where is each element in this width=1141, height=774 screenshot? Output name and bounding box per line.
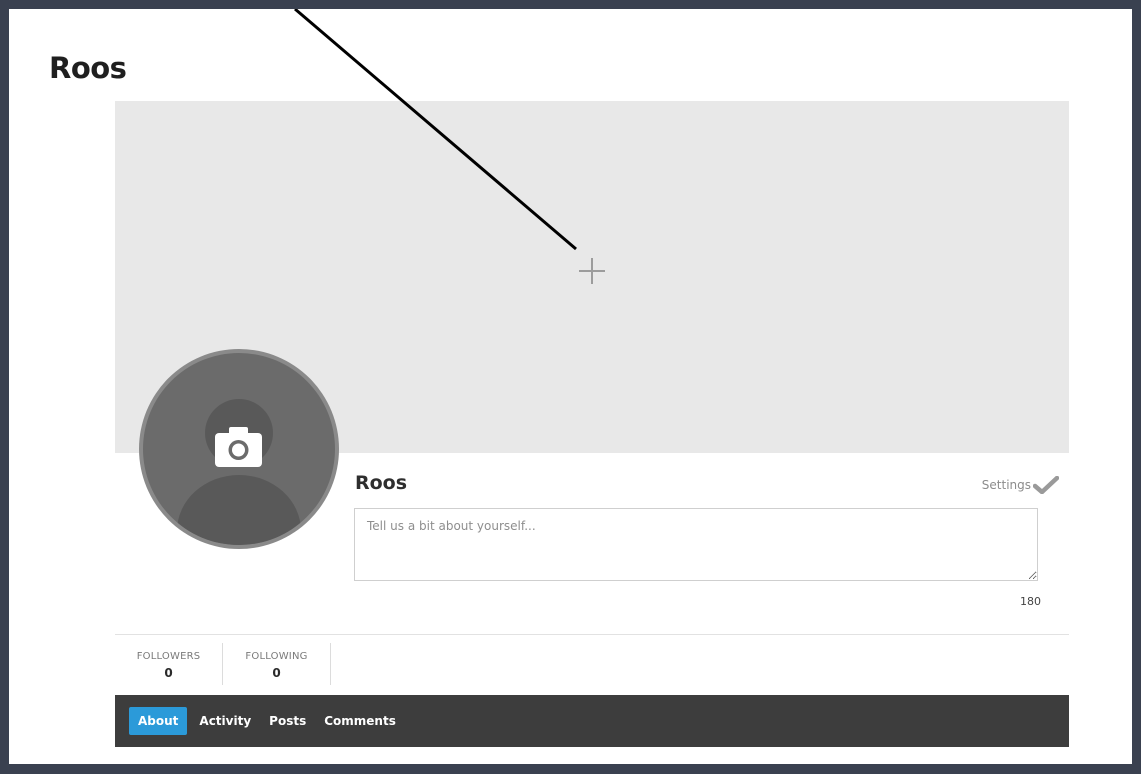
profile-page: Roos Roos Settings 180 FOLLOWERS [9, 9, 1132, 764]
tab-about[interactable]: About [129, 707, 188, 735]
followers-label: FOLLOWERS [136, 651, 201, 662]
plus-icon[interactable] [579, 258, 605, 284]
avatar-placeholder-icon [177, 399, 301, 545]
profile-tabbar: About Activity Posts Comments [115, 695, 1069, 747]
following-count: 0 [272, 666, 281, 680]
profile-name: Roos [355, 472, 408, 494]
char-counter: 180 [1020, 595, 1041, 608]
followers-count: 0 [164, 666, 173, 680]
avatar-upload[interactable] [143, 353, 335, 545]
tab-posts[interactable]: Posts [263, 707, 312, 735]
settings-link[interactable]: Settings [982, 476, 1059, 494]
tab-list: About Activity Posts Comments [129, 707, 408, 735]
divider [115, 634, 1069, 635]
checkmark-icon [1033, 476, 1059, 494]
settings-label: Settings [981, 478, 1031, 492]
tab-comments[interactable]: Comments [318, 707, 402, 735]
stats-bar: FOLLOWERS 0 FOLLOWING 0 [115, 643, 331, 685]
tab-activity[interactable]: Activity [193, 707, 257, 735]
followers-stat[interactable]: FOLLOWERS 0 [115, 643, 223, 685]
camera-icon [215, 427, 262, 467]
bio-textarea[interactable] [354, 508, 1038, 581]
following-stat[interactable]: FOLLOWING 0 [223, 643, 331, 685]
following-label: FOLLOWING [245, 651, 308, 662]
page-title: Roos [49, 51, 127, 85]
